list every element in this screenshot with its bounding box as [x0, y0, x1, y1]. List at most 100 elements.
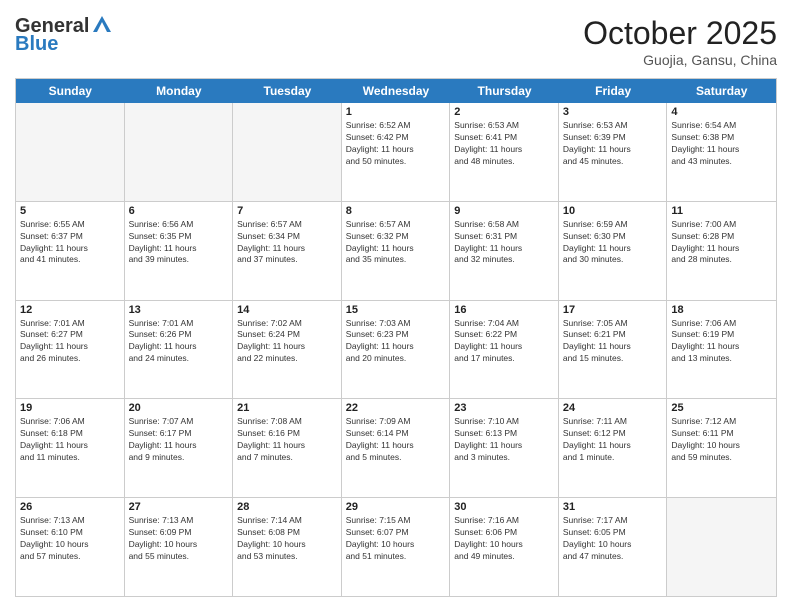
day-info: Sunrise: 7:15 AM Sunset: 6:07 PM Dayligh… — [346, 515, 446, 563]
calendar-cell: 22 Sunrise: 7:09 AM Sunset: 6:14 PM Dayli… — [342, 399, 451, 497]
day-number: 17 — [563, 304, 663, 316]
day-info: Sunrise: 7:01 AM Sunset: 6:26 PM Dayligh… — [129, 318, 229, 366]
day-number: 22 — [346, 402, 446, 414]
location: Guojia, Gansu, China — [583, 52, 777, 68]
calendar-row-4: 26 Sunrise: 7:13 AM Sunset: 6:10 PM Dayli… — [16, 498, 776, 596]
calendar-cell: 7 Sunrise: 6:57 AM Sunset: 6:34 PM Daylig… — [233, 202, 342, 300]
day-info: Sunrise: 7:14 AM Sunset: 6:08 PM Dayligh… — [237, 515, 337, 563]
calendar-cell: 18 Sunrise: 7:06 AM Sunset: 6:19 PM Dayli… — [667, 301, 776, 399]
logo: General Blue — [15, 15, 113, 55]
calendar-cell: 28 Sunrise: 7:14 AM Sunset: 6:08 PM Dayli… — [233, 498, 342, 596]
day-number: 13 — [129, 304, 229, 316]
day-number: 21 — [237, 402, 337, 414]
day-number: 1 — [346, 106, 446, 118]
day-number: 8 — [346, 205, 446, 217]
day-number: 24 — [563, 402, 663, 414]
day-number: 3 — [563, 106, 663, 118]
day-info: Sunrise: 7:05 AM Sunset: 6:21 PM Dayligh… — [563, 318, 663, 366]
day-info: Sunrise: 6:54 AM Sunset: 6:38 PM Dayligh… — [671, 120, 772, 168]
weekday-saturday: Saturday — [667, 79, 776, 103]
day-number: 16 — [454, 304, 554, 316]
day-info: Sunrise: 6:59 AM Sunset: 6:30 PM Dayligh… — [563, 219, 663, 267]
day-number: 12 — [20, 304, 120, 316]
day-info: Sunrise: 7:03 AM Sunset: 6:23 PM Dayligh… — [346, 318, 446, 366]
month-title: October 2025 — [583, 15, 777, 52]
calendar-cell: 19Sunrise: 7:06 AM Sunset: 6:18 PM Dayli… — [16, 399, 125, 497]
day-number: 5 — [20, 205, 120, 217]
day-number: 25 — [671, 402, 772, 414]
calendar-cell: 24 Sunrise: 7:11 AM Sunset: 6:12 PM Dayli… — [559, 399, 668, 497]
logo-blue: Blue — [15, 33, 113, 55]
day-info: Sunrise: 7:04 AM Sunset: 6:22 PM Dayligh… — [454, 318, 554, 366]
day-number: 14 — [237, 304, 337, 316]
calendar-body: 1 Sunrise: 6:52 AM Sunset: 6:42 PM Daylig… — [16, 103, 776, 596]
day-number: 30 — [454, 501, 554, 513]
weekday-sunday: Sunday — [16, 79, 125, 103]
day-info: Sunrise: 7:13 AM Sunset: 6:10 PM Dayligh… — [20, 515, 120, 563]
day-info: Sunrise: 7:11 AM Sunset: 6:12 PM Dayligh… — [563, 416, 663, 464]
calendar-row-3: 19Sunrise: 7:06 AM Sunset: 6:18 PM Dayli… — [16, 399, 776, 498]
calendar-cell: 21 Sunrise: 7:08 AM Sunset: 6:16 PM Dayli… — [233, 399, 342, 497]
day-info: Sunrise: 7:07 AM Sunset: 6:17 PM Dayligh… — [129, 416, 229, 464]
day-number: 7 — [237, 205, 337, 217]
calendar-cell: 9 Sunrise: 6:58 AM Sunset: 6:31 PM Daylig… — [450, 202, 559, 300]
calendar-cell: 11Sunrise: 7:00 AM Sunset: 6:28 PM Dayli… — [667, 202, 776, 300]
logo-icon — [91, 14, 113, 34]
calendar: Sunday Monday Tuesday Wednesday Thursday… — [15, 78, 777, 597]
day-number: 15 — [346, 304, 446, 316]
day-number: 31 — [563, 501, 663, 513]
calendar-cell: 10Sunrise: 6:59 AM Sunset: 6:30 PM Dayli… — [559, 202, 668, 300]
day-info: Sunrise: 6:58 AM Sunset: 6:31 PM Dayligh… — [454, 219, 554, 267]
day-number: 6 — [129, 205, 229, 217]
calendar-cell: 27 Sunrise: 7:13 AM Sunset: 6:09 PM Dayli… — [125, 498, 234, 596]
calendar-cell: 30 Sunrise: 7:16 AM Sunset: 6:06 PM Dayli… — [450, 498, 559, 596]
day-info: Sunrise: 7:16 AM Sunset: 6:06 PM Dayligh… — [454, 515, 554, 563]
calendar-row-2: 12 Sunrise: 7:01 AM Sunset: 6:27 PM Dayli… — [16, 301, 776, 400]
day-info: Sunrise: 7:02 AM Sunset: 6:24 PM Dayligh… — [237, 318, 337, 366]
calendar-cell: 1 Sunrise: 6:52 AM Sunset: 6:42 PM Daylig… — [342, 103, 451, 201]
day-info: Sunrise: 6:57 AM Sunset: 6:34 PM Dayligh… — [237, 219, 337, 267]
day-info: Sunrise: 6:55 AM Sunset: 6:37 PM Dayligh… — [20, 219, 120, 267]
day-info: Sunrise: 7:12 AM Sunset: 6:11 PM Dayligh… — [671, 416, 772, 464]
day-number: 26 — [20, 501, 120, 513]
weekday-friday: Friday — [559, 79, 668, 103]
day-number: 27 — [129, 501, 229, 513]
calendar-row-0: 1 Sunrise: 6:52 AM Sunset: 6:42 PM Daylig… — [16, 103, 776, 202]
header: General Blue October 2025 Guojia, Gansu,… — [15, 15, 777, 68]
day-info: Sunrise: 7:09 AM Sunset: 6:14 PM Dayligh… — [346, 416, 446, 464]
day-info: Sunrise: 7:17 AM Sunset: 6:05 PM Dayligh… — [563, 515, 663, 563]
day-number: 19 — [20, 402, 120, 414]
calendar-cell: 14 Sunrise: 7:02 AM Sunset: 6:24 PM Dayli… — [233, 301, 342, 399]
day-info: Sunrise: 7:13 AM Sunset: 6:09 PM Dayligh… — [129, 515, 229, 563]
day-info: Sunrise: 6:53 AM Sunset: 6:41 PM Dayligh… — [454, 120, 554, 168]
weekday-thursday: Thursday — [450, 79, 559, 103]
weekday-tuesday: Tuesday — [233, 79, 342, 103]
calendar-cell: 5 Sunrise: 6:55 AM Sunset: 6:37 PM Daylig… — [16, 202, 125, 300]
calendar-cell: 26 Sunrise: 7:13 AM Sunset: 6:10 PM Dayli… — [16, 498, 125, 596]
day-info: Sunrise: 6:52 AM Sunset: 6:42 PM Dayligh… — [346, 120, 446, 168]
calendar-cell: 17 Sunrise: 7:05 AM Sunset: 6:21 PM Dayli… — [559, 301, 668, 399]
day-info: Sunrise: 7:06 AM Sunset: 6:19 PM Dayligh… — [671, 318, 772, 366]
calendar-cell: 25 Sunrise: 7:12 AM Sunset: 6:11 PM Dayli… — [667, 399, 776, 497]
calendar-cell: 8 Sunrise: 6:57 AM Sunset: 6:32 PM Daylig… — [342, 202, 451, 300]
calendar-cell: 2 Sunrise: 6:53 AM Sunset: 6:41 PM Daylig… — [450, 103, 559, 201]
day-info: Sunrise: 6:53 AM Sunset: 6:39 PM Dayligh… — [563, 120, 663, 168]
day-number: 2 — [454, 106, 554, 118]
page: General Blue October 2025 Guojia, Gansu,… — [0, 0, 792, 612]
weekday-monday: Monday — [125, 79, 234, 103]
day-info: Sunrise: 6:57 AM Sunset: 6:32 PM Dayligh… — [346, 219, 446, 267]
day-info: Sunrise: 6:56 AM Sunset: 6:35 PM Dayligh… — [129, 219, 229, 267]
day-number: 28 — [237, 501, 337, 513]
day-number: 18 — [671, 304, 772, 316]
calendar-cell: 31 Sunrise: 7:17 AM Sunset: 6:05 PM Dayli… — [559, 498, 668, 596]
calendar-header: Sunday Monday Tuesday Wednesday Thursday… — [16, 79, 776, 103]
weekday-wednesday: Wednesday — [342, 79, 451, 103]
calendar-cell: 3 Sunrise: 6:53 AM Sunset: 6:39 PM Daylig… — [559, 103, 668, 201]
calendar-cell: 6 Sunrise: 6:56 AM Sunset: 6:35 PM Daylig… — [125, 202, 234, 300]
day-number: 9 — [454, 205, 554, 217]
calendar-cell: 23Sunrise: 7:10 AM Sunset: 6:13 PM Dayli… — [450, 399, 559, 497]
day-info: Sunrise: 7:08 AM Sunset: 6:16 PM Dayligh… — [237, 416, 337, 464]
calendar-cell: 13 Sunrise: 7:01 AM Sunset: 6:26 PM Dayli… — [125, 301, 234, 399]
day-info: Sunrise: 7:01 AM Sunset: 6:27 PM Dayligh… — [20, 318, 120, 366]
calendar-cell: 29Sunrise: 7:15 AM Sunset: 6:07 PM Dayli… — [342, 498, 451, 596]
